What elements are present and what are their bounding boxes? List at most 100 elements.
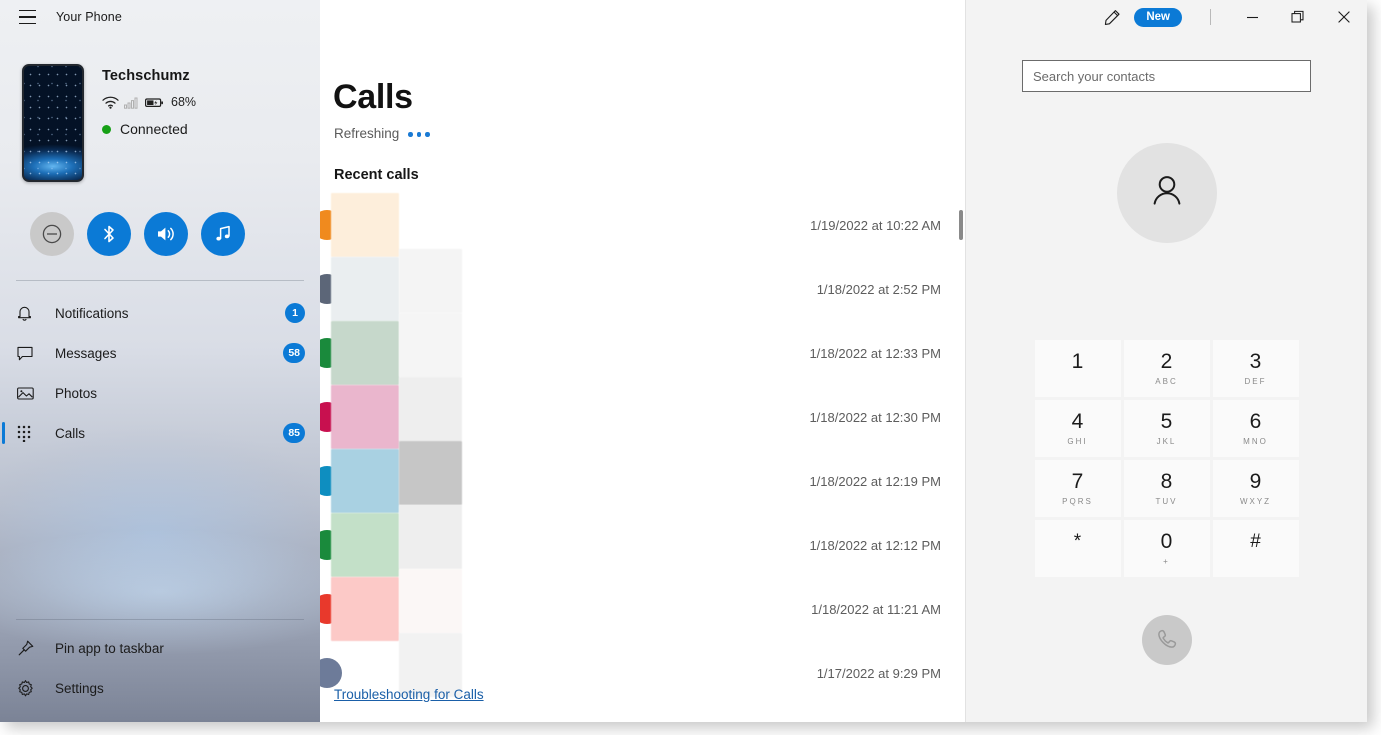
call-button[interactable]: [1141, 615, 1192, 665]
device-name: Techschumz: [102, 68, 190, 84]
pencil-edit-icon[interactable]: [1096, 2, 1128, 32]
sidebar-item-label: Messages: [55, 345, 117, 361]
your-phone-window: Your Phone Techschumz 68% Connected Noti…: [0, 0, 1367, 722]
dial-key-7[interactable]: 7 PQRS: [1034, 460, 1121, 517]
sidebar-item-messages[interactable]: Messages 58: [0, 333, 320, 373]
redacted-contact-name: [331, 513, 399, 577]
dial-key-letters: PQRS: [1062, 497, 1093, 506]
dial-key-4[interactable]: 4 GHI: [1034, 400, 1121, 457]
call-list-item[interactable]: 1/18/2022 at 2:52 PM: [320, 249, 965, 321]
connected-label: Connected: [120, 121, 188, 137]
dial-key-5[interactable]: 5 JKL: [1123, 400, 1210, 457]
sidebar-item-label: Photos: [55, 385, 98, 401]
bluetooth-button[interactable]: [87, 212, 131, 256]
app-title: Your Phone: [56, 10, 122, 24]
music-note-icon: [213, 224, 233, 244]
call-timestamp: 1/18/2022 at 12:30 PM: [809, 409, 941, 425]
dialpad-icon: [16, 424, 42, 442]
dial-key-number: 4: [1071, 410, 1084, 433]
connection-status: Connected: [102, 121, 196, 137]
bell-icon: [16, 304, 42, 322]
calls-scrollbar-track[interactable]: [959, 0, 964, 722]
sidebar: Your Phone Techschumz 68% Connected Noti…: [0, 0, 320, 722]
gear-icon: [16, 679, 42, 698]
dial-key-star[interactable]: *: [1034, 520, 1121, 577]
dial-key-2[interactable]: 2 ABC: [1123, 340, 1210, 397]
dial-key-6[interactable]: 6 MNO: [1212, 400, 1299, 457]
dial-key-hash[interactable]: #: [1212, 520, 1299, 577]
call-list-item[interactable]: 1/18/2022 at 12:33 PM: [320, 313, 965, 385]
titlebar-separator: [1210, 9, 1211, 25]
call-timestamp: 1/17/2022 at 9:29 PM: [816, 665, 941, 681]
dial-key-1[interactable]: 1: [1034, 340, 1121, 397]
titlebar-left: Your Phone: [0, 0, 320, 34]
dial-key-number: 0: [1160, 530, 1173, 553]
chat-bubble-icon: [16, 344, 42, 362]
settings-item[interactable]: Settings: [0, 668, 320, 708]
do-not-disturb-button[interactable]: [30, 212, 74, 256]
redacted-contact-name: [331, 449, 399, 513]
sidebar-item-label: Notifications: [55, 305, 129, 321]
dial-key-number: 3: [1249, 350, 1262, 373]
call-list-item[interactable]: 1/18/2022 at 12:12 PM: [320, 505, 965, 577]
search-contacts-input[interactable]: [1022, 60, 1311, 92]
titlebar-right: New: [966, 0, 1367, 34]
sidebar-badge: 1: [285, 303, 305, 323]
dial-key-letters: WXYZ: [1239, 497, 1272, 506]
sidebar-item-label: Calls: [55, 425, 86, 441]
dial-key-3[interactable]: 3 DEF: [1212, 340, 1299, 397]
dial-key-letters: +: [1163, 557, 1170, 566]
hamburger-icon[interactable]: [8, 2, 46, 32]
dial-key-number: 6: [1249, 410, 1262, 433]
call-list-item[interactable]: 1/18/2022 at 12:30 PM: [320, 377, 965, 449]
call-list-item[interactable]: 1/19/2022 at 10:22 AM: [320, 193, 965, 257]
redacted-contact-name: [331, 257, 399, 321]
device-status-row: 68%: [102, 95, 196, 109]
troubleshooting-link[interactable]: Troubleshooting for Calls: [334, 687, 484, 702]
wifi-icon: [102, 96, 119, 109]
device-block: Techschumz 68% Connected: [0, 34, 320, 182]
call-timestamp: 1/19/2022 at 10:22 AM: [810, 217, 941, 233]
sidebar-item-notifications[interactable]: Notifications 1: [0, 293, 320, 333]
dial-key-number: 7: [1071, 470, 1084, 493]
minimize-button[interactable]: [1229, 0, 1275, 34]
device-info: Techschumz 68% Connected: [102, 64, 196, 182]
call-timestamp: 1/18/2022 at 12:19 PM: [809, 473, 941, 489]
call-list-item[interactable]: 1/18/2022 at 11:21 AM: [320, 569, 965, 641]
new-badge[interactable]: New: [1134, 7, 1182, 27]
restore-window-button[interactable]: [1275, 0, 1321, 34]
sidebar-bottom: Pin app to taskbar Settings: [0, 619, 320, 722]
close-button[interactable]: [1321, 0, 1367, 34]
calls-scrollbar-thumb[interactable]: [959, 210, 963, 240]
phone-handset-icon: [1155, 627, 1179, 654]
call-list-item[interactable]: 1/18/2022 at 12:19 PM: [320, 441, 965, 513]
dial-key-9[interactable]: 9 WXYZ: [1212, 460, 1299, 517]
pin-app-to-taskbar-item[interactable]: Pin app to taskbar: [0, 628, 320, 668]
sidebar-item-calls[interactable]: Calls 85: [0, 413, 320, 453]
sidebar-nav: Notifications 1 Messages 58 Photos Calls…: [0, 281, 320, 453]
contact-avatar-placeholder: [1116, 143, 1217, 243]
pin-app-label: Pin app to taskbar: [55, 640, 164, 656]
dial-key-number: 9: [1249, 470, 1262, 493]
search-wrap: [966, 34, 1367, 92]
dial-key-0[interactable]: 0 +: [1123, 520, 1210, 577]
dial-key-number: 5: [1160, 410, 1173, 433]
dial-key-number: 8: [1160, 470, 1173, 493]
refreshing-status: Refreshing: [320, 117, 965, 141]
settings-label: Settings: [55, 680, 104, 696]
redacted-call-detail: [399, 249, 462, 313]
call-timestamp: 1/18/2022 at 12:12 PM: [809, 537, 941, 553]
volume-button[interactable]: [144, 212, 188, 256]
music-button[interactable]: [201, 212, 245, 256]
sidebar-item-photos[interactable]: Photos: [0, 373, 320, 413]
quick-actions: [0, 182, 320, 256]
page-title: Calls: [333, 78, 413, 116]
dialer-panel: New 1 2 ABC 3 DEF 4 GHI 5 JKL 6 MNO 7 PQRS 8 TUV 9 WXYZ *…: [965, 0, 1367, 722]
dialpad: 1 2 ABC 3 DEF 4 GHI 5 JKL 6 MNO 7 PQRS 8 TUV 9 WXYZ * 0 + #: [1034, 340, 1299, 577]
dial-key-8[interactable]: 8 TUV: [1123, 460, 1210, 517]
pin-icon: [16, 639, 42, 658]
dial-key-letters: TUV: [1155, 497, 1178, 506]
redacted-call-detail: [399, 441, 462, 505]
phone-thumbnail: [22, 64, 84, 182]
dial-key-letters: MNO: [1243, 437, 1268, 446]
